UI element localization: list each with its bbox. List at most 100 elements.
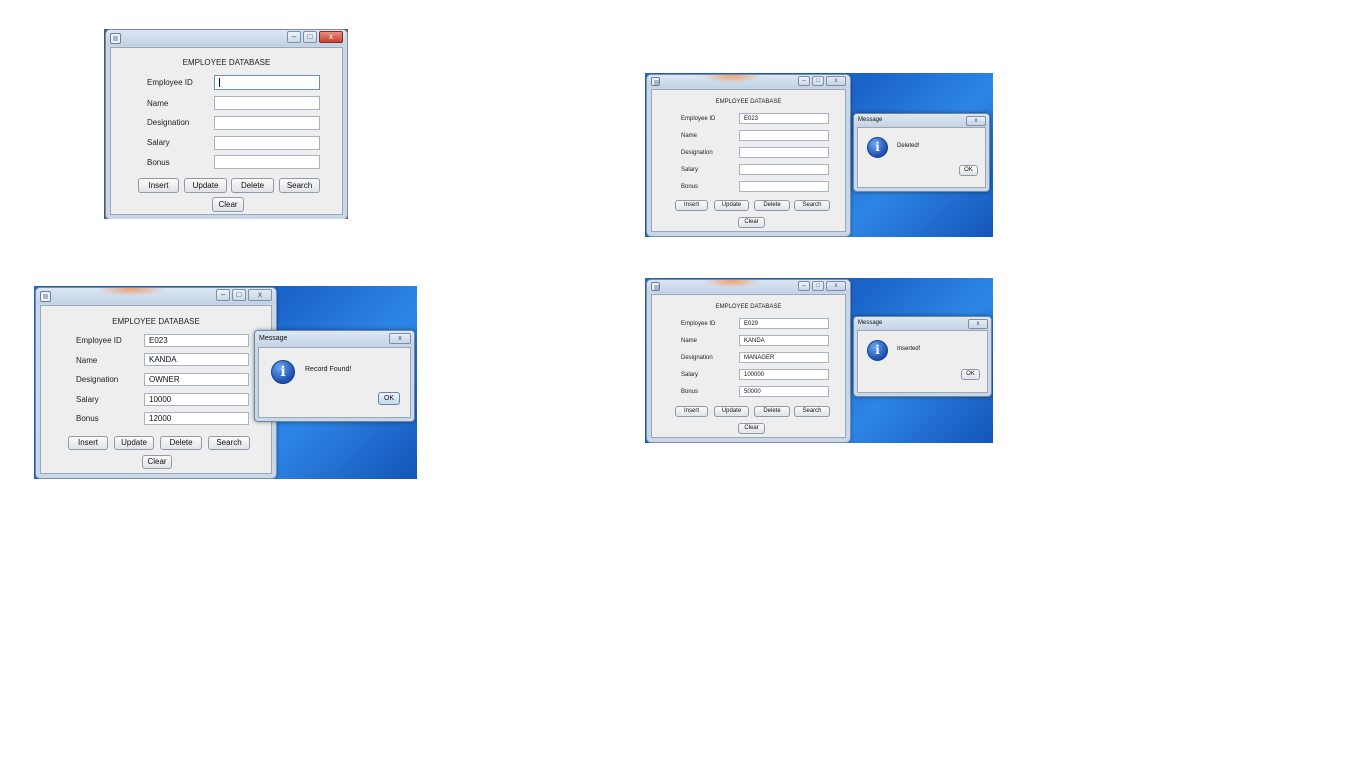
dialog-body: i Deleted! OK: [857, 127, 986, 188]
employee-id-label: Employee ID: [681, 321, 716, 327]
search-button[interactable]: Search: [279, 178, 320, 193]
titlebar-glow: [96, 288, 166, 296]
salary-field[interactable]: 10000: [144, 393, 249, 406]
page-title: EMPLOYEE DATABASE: [182, 58, 271, 67]
designation-field[interactable]: [214, 116, 320, 130]
delete-button[interactable]: Delete: [754, 406, 790, 417]
clear-button[interactable]: Clear: [738, 217, 765, 228]
name-field[interactable]: [214, 96, 320, 110]
java-app-icon: [651, 282, 660, 291]
delete-button[interactable]: Delete: [160, 436, 202, 450]
minimize-button[interactable]: –: [216, 289, 230, 301]
search-button[interactable]: Search: [208, 436, 250, 450]
close-button[interactable]: x: [826, 76, 846, 86]
delete-button[interactable]: Delete: [754, 200, 790, 211]
screenshot-deleted: – □ x EMPLOYEE DATABASE Employee ID E023…: [645, 73, 993, 237]
clear-button[interactable]: Clear: [738, 423, 765, 434]
employee-id-field[interactable]: E029: [739, 318, 829, 329]
dialog-body: i Record Found! OK: [258, 347, 411, 418]
employee-window: – □ x EMPLOYEE DATABASE Employee ID E023…: [646, 74, 851, 237]
delete-button[interactable]: Delete: [231, 178, 274, 193]
designation-field[interactable]: MANAGER: [739, 352, 829, 363]
update-button[interactable]: Update: [114, 436, 154, 450]
form-panel: EMPLOYEE DATABASE Employee ID E023 Name …: [651, 89, 846, 232]
bonus-field[interactable]: 50000: [739, 386, 829, 397]
name-label: Name: [147, 99, 169, 108]
salary-label: Salary: [681, 167, 699, 173]
bonus-label: Bonus: [76, 414, 99, 423]
insert-button[interactable]: Insert: [675, 406, 708, 417]
minimize-button[interactable]: –: [798, 281, 810, 291]
form-panel: EMPLOYEE DATABASE Employee ID E029 Name …: [651, 294, 846, 438]
maximize-button[interactable]: □: [812, 281, 824, 291]
salary-field[interactable]: [214, 136, 320, 150]
bonus-label: Bonus: [147, 158, 170, 167]
java-app-icon: [651, 77, 660, 86]
dialog-message: Record Found!: [305, 366, 352, 373]
dialog-close-button[interactable]: x: [389, 333, 411, 344]
titlebar-glow: [702, 280, 762, 288]
ok-button[interactable]: OK: [959, 165, 978, 176]
dialog-title: Message: [858, 320, 883, 326]
designation-label: Designation: [681, 150, 713, 156]
window-titlebar: – □ x: [647, 75, 850, 88]
bonus-label: Bonus: [681, 184, 699, 190]
employee-id-label: Employee ID: [681, 116, 716, 122]
salary-label: Salary: [681, 372, 699, 378]
close-button[interactable]: x: [826, 281, 846, 291]
maximize-button[interactable]: □: [232, 289, 246, 301]
dialog-close-button[interactable]: x: [968, 319, 988, 329]
screenshot-inserted: – □ x EMPLOYEE DATABASE Employee ID E029…: [645, 278, 993, 443]
page-title: EMPLOYEE DATABASE: [715, 304, 782, 310]
ok-button[interactable]: OK: [378, 392, 400, 405]
clear-button[interactable]: Clear: [142, 455, 172, 469]
bonus-field[interactable]: 12000: [144, 412, 249, 425]
salary-label: Salary: [76, 395, 99, 404]
ok-button[interactable]: OK: [961, 369, 980, 380]
window-titlebar: – □ x: [106, 30, 347, 46]
employee-id-field[interactable]: E023: [144, 334, 249, 347]
screenshot-record-found: – □ x EMPLOYEE DATABASE Employee ID E023…: [34, 286, 417, 479]
close-button[interactable]: x: [248, 289, 272, 301]
window-titlebar: – □ x: [36, 288, 276, 304]
search-button[interactable]: Search: [794, 200, 830, 211]
employee-id-field[interactable]: [214, 75, 320, 90]
dialog-message: Deleted!: [897, 143, 920, 149]
update-button[interactable]: Update: [184, 178, 227, 193]
update-button[interactable]: Update: [714, 200, 749, 211]
employee-window: – □ x EMPLOYEE DATABASE Employee ID Name…: [105, 29, 348, 219]
salary-field[interactable]: [739, 164, 829, 175]
search-button[interactable]: Search: [794, 406, 830, 417]
dialog-titlebar: Message x: [854, 317, 991, 330]
maximize-button[interactable]: □: [812, 76, 824, 86]
name-label: Name: [681, 338, 698, 344]
minimize-button[interactable]: –: [798, 76, 810, 86]
page-title: EMPLOYEE DATABASE: [715, 99, 782, 105]
designation-field[interactable]: OWNER: [144, 373, 249, 386]
name-field[interactable]: KANDA: [144, 353, 249, 366]
designation-label: Designation: [76, 375, 119, 384]
insert-button[interactable]: Insert: [68, 436, 108, 450]
name-field[interactable]: KANDA: [739, 335, 829, 346]
designation-field[interactable]: [739, 147, 829, 158]
name-field[interactable]: [739, 130, 829, 141]
employee-id-field[interactable]: E023: [739, 113, 829, 124]
maximize-button[interactable]: □: [303, 31, 317, 43]
employee-id-label: Employee ID: [76, 336, 122, 345]
form-panel: EMPLOYEE DATABASE Employee ID E023 Name …: [40, 305, 272, 474]
bonus-field[interactable]: [739, 181, 829, 192]
minimize-button[interactable]: –: [287, 31, 301, 43]
bonus-field[interactable]: [214, 155, 320, 169]
clear-button[interactable]: Clear: [212, 197, 244, 212]
java-app-icon: [40, 291, 51, 302]
salary-field[interactable]: 100000: [739, 369, 829, 380]
insert-button[interactable]: Insert: [138, 178, 179, 193]
dialog-title: Message: [259, 335, 288, 342]
update-button[interactable]: Update: [714, 406, 749, 417]
close-button[interactable]: x: [319, 31, 343, 43]
text-caret: [219, 78, 220, 87]
dialog-close-button[interactable]: x: [966, 116, 986, 126]
info-icon: i: [867, 137, 888, 158]
insert-button[interactable]: Insert: [675, 200, 708, 211]
message-dialog: Message x i Record Found! OK: [254, 330, 415, 422]
